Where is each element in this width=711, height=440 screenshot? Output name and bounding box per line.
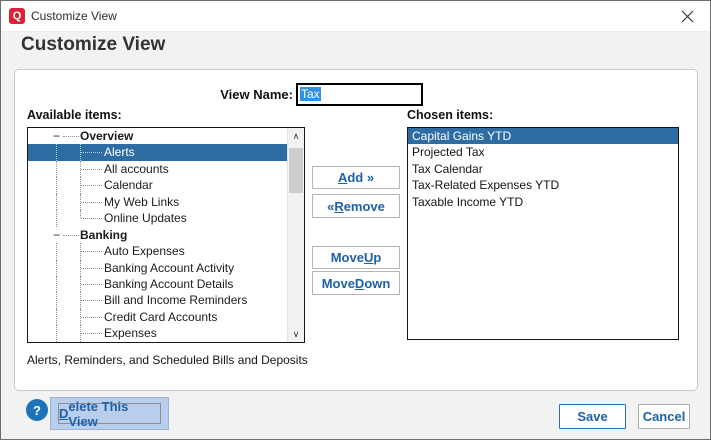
save-button[interactable]: Save <box>559 404 626 429</box>
tree-item[interactable]: Banking Account Details <box>28 276 288 292</box>
tree-item[interactable]: Expenses <box>28 325 288 341</box>
available-list-scrollbar[interactable]: ∧ ∨ <box>287 128 304 342</box>
tree-item[interactable]: Auto Expenses <box>28 243 288 259</box>
tree-item-label: Banking Account Activity <box>104 260 234 276</box>
chosen-items-list[interactable]: Capital Gains YTDProjected TaxTax Calend… <box>407 127 679 340</box>
chosen-items-label: Chosen items: <box>407 108 493 122</box>
tree-item-label: Expenses <box>104 325 157 341</box>
tree-item-label: All accounts <box>104 161 169 177</box>
tree-group-label: Banking <box>80 227 127 243</box>
window-title: Customize View <box>31 1 117 31</box>
close-icon <box>681 10 694 23</box>
selected-item-description: Alerts, Reminders, and Scheduled Bills a… <box>27 353 308 367</box>
tree-item-label: Credit Card Accounts <box>104 309 217 325</box>
cancel-button[interactable]: Cancel <box>638 404 690 429</box>
tree-item[interactable]: My Web Links <box>28 194 288 210</box>
view-name-input[interactable]: Tax <box>297 84 422 105</box>
quicken-logo-icon: Q <box>9 8 25 24</box>
list-item[interactable]: Capital Gains YTD <box>408 128 678 144</box>
remove-button[interactable]: « Remove <box>312 194 400 218</box>
delete-this-view-label: Delete This View <box>58 403 161 424</box>
tree-item-label: Banking Account Details <box>104 276 233 292</box>
tree-group-label: Overview <box>80 128 133 144</box>
view-name-selected-text: Tax <box>300 87 321 101</box>
title-bar: Q Customize View <box>1 1 710 32</box>
delete-this-view-button[interactable]: Delete This View <box>50 397 169 430</box>
view-name-label: View Name: <box>175 87 293 102</box>
available-items-tree: − OverviewAlertsAll accountsCalendarMy We… <box>28 128 288 342</box>
tree-item-label: Alerts <box>104 144 135 160</box>
add-button[interactable]: Add » <box>312 166 400 189</box>
tree-item[interactable]: Alerts <box>28 144 288 160</box>
tree-item[interactable]: Online Updates <box>28 210 288 226</box>
tree-item-label: Bill and Income Reminders <box>104 292 247 308</box>
collapse-icon[interactable]: − <box>50 128 63 144</box>
tree-item-label: Auto Expenses <box>104 243 185 259</box>
question-mark-icon: ? <box>33 403 41 418</box>
customize-view-dialog: Q Customize View Customize View View Nam… <box>0 0 711 440</box>
scroll-down-icon[interactable]: ∨ <box>288 326 304 342</box>
tree-item[interactable]: Credit Card Accounts <box>28 309 288 325</box>
tree-item[interactable]: − Banking <box>28 227 288 243</box>
help-button[interactable]: ? <box>26 399 48 421</box>
tree-item[interactable]: Banking Account Activity <box>28 260 288 276</box>
move-up-button[interactable]: Move Up <box>312 246 400 269</box>
tree-item[interactable]: All accounts <box>28 161 288 177</box>
list-item[interactable]: Taxable Income YTD <box>408 194 678 210</box>
page-title: Customize View <box>21 34 165 56</box>
list-item[interactable]: Tax Calendar <box>408 161 678 177</box>
tree-item[interactable]: Calendar <box>28 177 288 193</box>
scrollbar-thumb[interactable] <box>289 148 303 193</box>
available-items-list[interactable]: − OverviewAlertsAll accountsCalendarMy We… <box>27 127 305 343</box>
tree-item-label: Calendar <box>104 177 153 193</box>
tree-item[interactable]: Bill and Income Reminders <box>28 292 288 308</box>
collapse-icon[interactable]: − <box>50 227 63 243</box>
list-item[interactable]: Projected Tax <box>408 144 678 160</box>
list-item[interactable]: Tax-Related Expenses YTD <box>408 177 678 193</box>
tree-item[interactable]: − Overview <box>28 128 288 144</box>
customize-group-box: View Name: Tax Available items: − Overvie… <box>14 69 698 391</box>
available-items-label: Available items: <box>27 108 122 122</box>
scroll-up-icon[interactable]: ∧ <box>288 128 304 144</box>
close-button[interactable] <box>665 1 710 31</box>
tree-item-label: Online Updates <box>104 210 187 226</box>
tree-item-label: My Web Links <box>104 194 179 210</box>
move-down-button[interactable]: Move Down <box>312 271 400 295</box>
